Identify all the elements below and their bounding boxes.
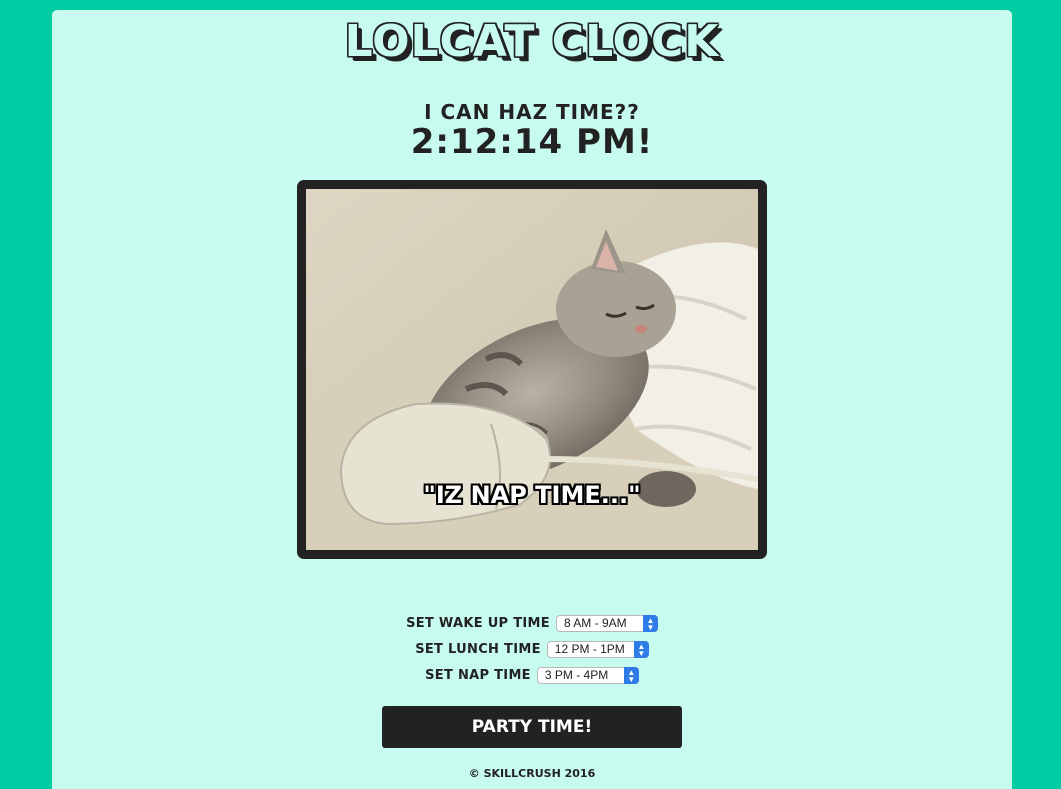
lolcat-image: "IZ NAP TIME..." <box>306 189 758 550</box>
footer-copyright: © SKILLCRUSH 2016 <box>468 767 596 780</box>
lunch-value: 12 PM - 1PM <box>554 641 625 656</box>
wake-up-select[interactable]: 8 AM - 9AM ▲ ▼ <box>555 614 658 632</box>
nap-select[interactable]: 3 PM - 4PM ▲ ▼ <box>536 666 639 684</box>
wake-up-value: 8 AM - 9AM <box>563 615 627 630</box>
image-caption: "IZ NAP TIME..." <box>423 481 641 509</box>
wake-up-row: SET WAKE UP TIME 8 AM - 9AM ▲ ▼ <box>52 610 1012 636</box>
chevron-updown-icon: ▲ ▼ <box>623 666 639 684</box>
lunch-row: SET LUNCH TIME 12 PM - 1PM ▲ ▼ <box>52 636 1012 662</box>
nap-value: 3 PM - 4PM <box>544 667 609 682</box>
time-settings: SET WAKE UP TIME 8 AM - 9AM ▲ ▼ SET LUNCH… <box>52 610 1012 688</box>
lunch-select[interactable]: 12 PM - 1PM ▲ ▼ <box>546 640 649 658</box>
chevron-updown-icon: ▲ ▼ <box>642 614 658 632</box>
main-card: LOLCAT CLOCK I CAN HAZ TIME?? 2:12:14 PM… <box>52 10 1012 789</box>
clock-display: 2:12:14 PM! <box>410 122 654 162</box>
lolcat-image-frame: "IZ NAP TIME..." <box>297 180 767 559</box>
time-prompt: I CAN HAZ TIME?? <box>424 100 640 124</box>
lunch-label: SET LUNCH TIME <box>415 641 541 657</box>
page-title: LOLCAT CLOCK <box>344 16 720 67</box>
nap-label: SET NAP TIME <box>425 667 531 683</box>
chevron-updown-icon: ▲ ▼ <box>633 640 649 658</box>
party-time-button[interactable]: PARTY TIME! <box>382 706 682 748</box>
nap-row: SET NAP TIME 3 PM - 4PM ▲ ▼ <box>52 662 1012 688</box>
wake-up-label: SET WAKE UP TIME <box>406 615 550 631</box>
